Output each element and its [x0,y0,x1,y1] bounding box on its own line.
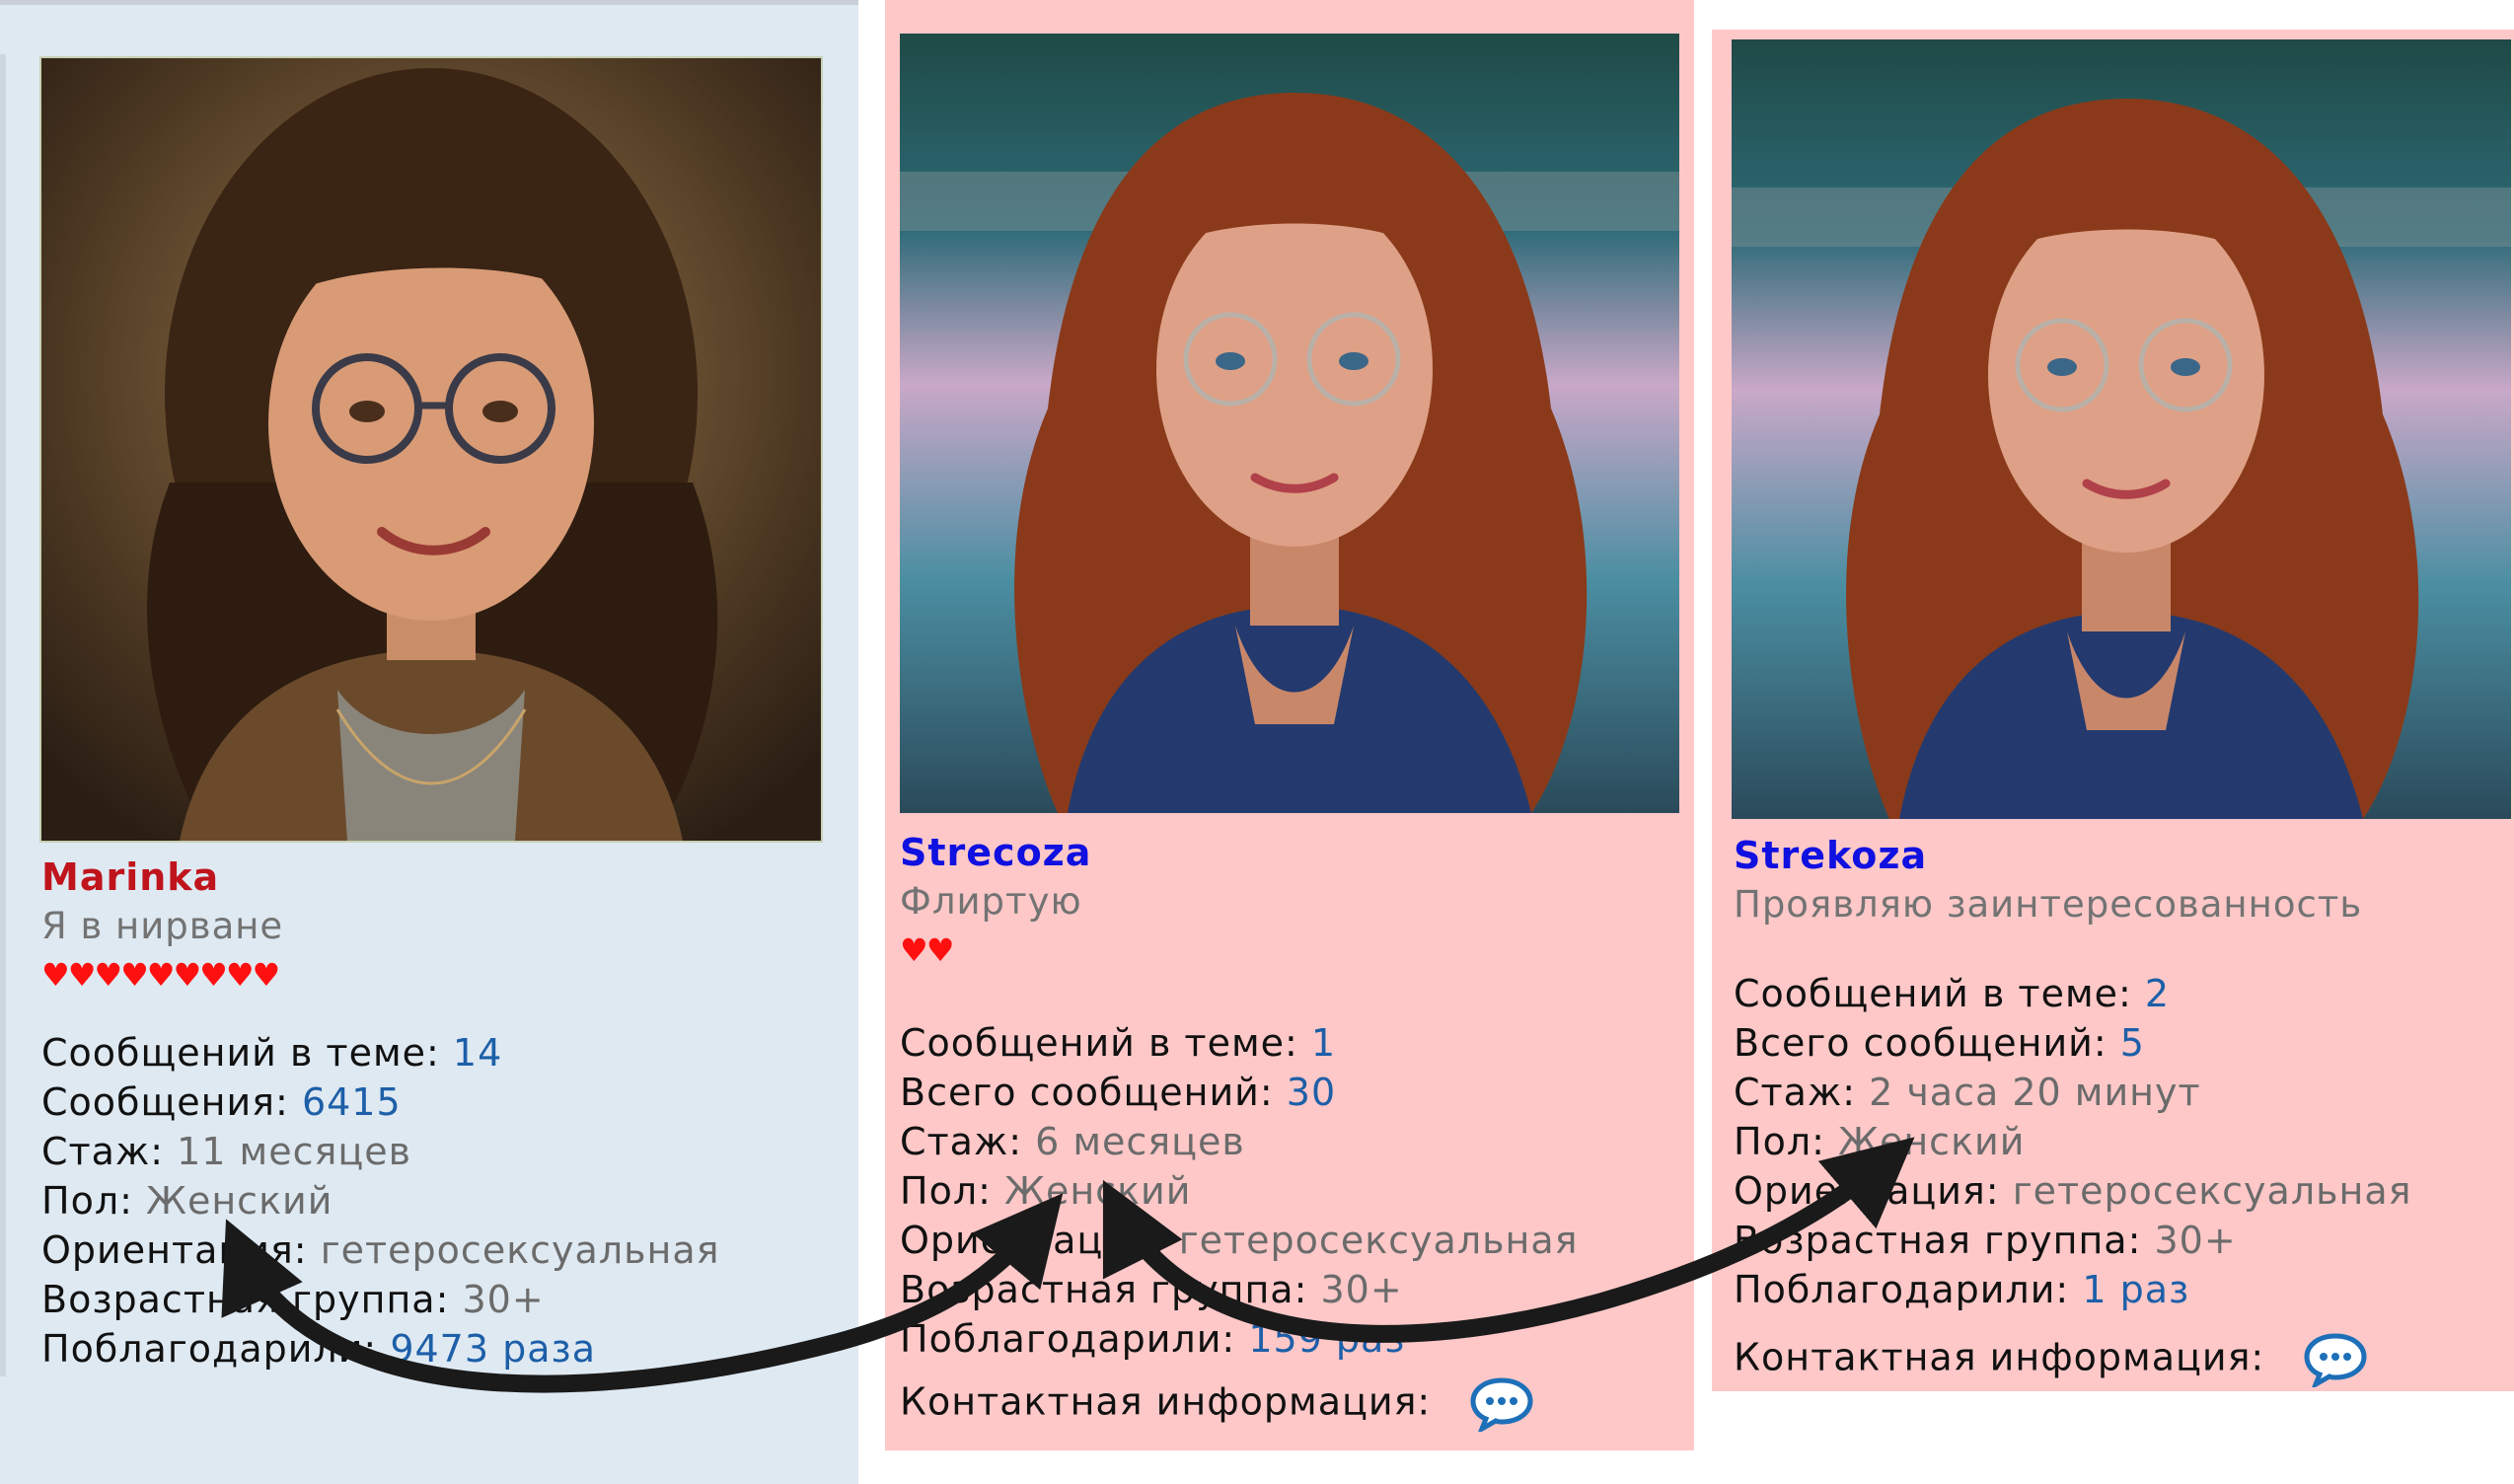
contact-info-row: Контактная информация: [1734,1332,2368,1387]
stat-tenure: Стаж: 6 месяцев [900,1120,1245,1163]
stat-label: Сообщений в теме: [900,1021,1298,1065]
stat-label: Пол: [41,1179,133,1223]
stat-label: Поблагодарили: [1734,1268,2070,1311]
stat-orientation: Ориентация: гетеросексуальная [1734,1169,2412,1213]
stat-label: Поблагодарили: [41,1327,378,1371]
stat-value: 6 месяцев [1035,1120,1245,1163]
user-avatar[interactable] [900,34,1679,813]
stat-value[interactable]: 9473 раза [390,1327,596,1371]
speech-bubble-icon[interactable] [1469,1376,1534,1432]
reputation-hearts: ♥♥♥♥♥♥♥♥♥ [41,956,280,994]
stat-value: Женский [1004,1169,1192,1213]
contact-info-label: Контактная информация: [900,1379,1432,1424]
user-card-marinka: Marinka Я в нирване ♥♥♥♥♥♥♥♥♥ Сообщений … [0,0,858,1484]
stat-gender: Пол: Женский [900,1169,1191,1213]
stat-label: Сообщений в теме: [41,1031,440,1075]
stat-thanked: Поблагодарили: 9473 раза [41,1327,596,1371]
stat-label: Ориентация: [900,1219,1166,1262]
stat-label: Возрастная группа: [41,1278,450,1321]
stat-value[interactable]: 159 раз [1248,1317,1405,1361]
contact-info-label: Контактная информация: [1734,1335,2265,1379]
stat-value[interactable]: 1 [1311,1021,1336,1065]
stat-label: Пол: [900,1169,992,1213]
user-card-strecoza: Strecoza Флиртую ♥♥ Сообщений в теме: 1 … [885,0,1694,1450]
username[interactable]: Strecoza [900,831,1091,874]
username[interactable]: Strekoza [1734,834,1927,877]
user-status: Я в нирване [41,905,284,947]
user-card-strekoza: Strekoza Проявляю заинтересованность Соо… [1712,30,2514,1391]
stat-tenure: Стаж: 11 месяцев [41,1130,411,1173]
stat-label: Ориентация: [1734,1169,2000,1213]
stat-orientation: Ориентация: гетеросексуальная [41,1228,720,1272]
stat-label: Поблагодарили: [900,1317,1236,1361]
stat-value: Женский [146,1179,333,1223]
user-avatar[interactable] [39,56,823,843]
user-avatar[interactable] [1732,39,2511,819]
stat-label: Возрастная группа: [900,1268,1308,1311]
stat-value: 30+ [1320,1268,1403,1311]
stat-age-group: Возрастная группа: 30+ [1734,1219,2237,1262]
stat-value[interactable]: 14 [453,1031,502,1075]
stat-messages: Сообщения: 6415 [41,1080,402,1124]
speech-bubble-icon[interactable] [2303,1332,2368,1387]
user-status: Флиртую [900,880,1082,923]
stat-value: 30+ [462,1278,545,1321]
card-left-edge [0,54,6,1376]
stat-value: 2 часа 20 минут [1869,1071,2201,1114]
stat-tenure: Стаж: 2 часа 20 минут [1734,1071,2201,1114]
stat-value: гетеросексуальная [2012,1169,2412,1213]
stat-age-group: Возрастная группа: 30+ [41,1278,545,1321]
stat-label: Возрастная группа: [1734,1219,2142,1262]
stat-value[interactable]: 5 [2120,1021,2145,1065]
stat-total-messages: Всего сообщений: 5 [1734,1021,2145,1065]
stat-label: Ориентация: [41,1228,308,1272]
stat-orientation: Ориентация: гетеросексуальная [900,1219,1579,1262]
stat-value[interactable]: 2 [2145,972,2170,1015]
stat-total-messages: Всего сообщений: 30 [900,1071,1336,1114]
stat-label: Пол: [1734,1120,1825,1163]
stat-thanked: Поблагодарили: 159 раз [900,1317,1406,1361]
stat-value: 11 месяцев [177,1130,411,1173]
stat-topic-messages: Сообщений в теме: 2 [1734,972,2170,1015]
user-status: Проявляю заинтересованность [1734,883,2363,926]
stat-gender: Пол: Женский [1734,1120,2025,1163]
stat-topic-messages: Сообщений в теме: 1 [900,1021,1336,1065]
stat-label: Сообщений в теме: [1734,972,2132,1015]
stat-label: Стаж: [41,1130,164,1173]
stat-value[interactable]: 1 раз [2082,1268,2189,1311]
stat-value: 30+ [2154,1219,2237,1262]
contact-info-row: Контактная информация: [900,1376,1534,1432]
stat-label: Всего сообщений: [1734,1021,2107,1065]
stat-age-group: Возрастная группа: 30+ [900,1268,1403,1311]
stat-label: Стаж: [900,1120,1022,1163]
username[interactable]: Marinka [41,855,219,899]
stat-label: Стаж: [1734,1071,1856,1114]
stat-value: Женский [1838,1120,2026,1163]
stat-label: Всего сообщений: [900,1071,1274,1114]
stat-gender: Пол: Женский [41,1179,333,1223]
reputation-hearts: ♥♥ [900,931,954,969]
stat-value[interactable]: 6415 [302,1080,402,1124]
stat-value[interactable]: 30 [1287,1071,1336,1114]
stat-value: гетеросексуальная [1178,1219,1579,1262]
stat-label: Сообщения: [41,1080,289,1124]
stat-topic-messages: Сообщений в теме: 14 [41,1031,502,1075]
stat-value: гетеросексуальная [320,1228,720,1272]
stat-thanked: Поблагодарили: 1 раз [1734,1268,2189,1311]
